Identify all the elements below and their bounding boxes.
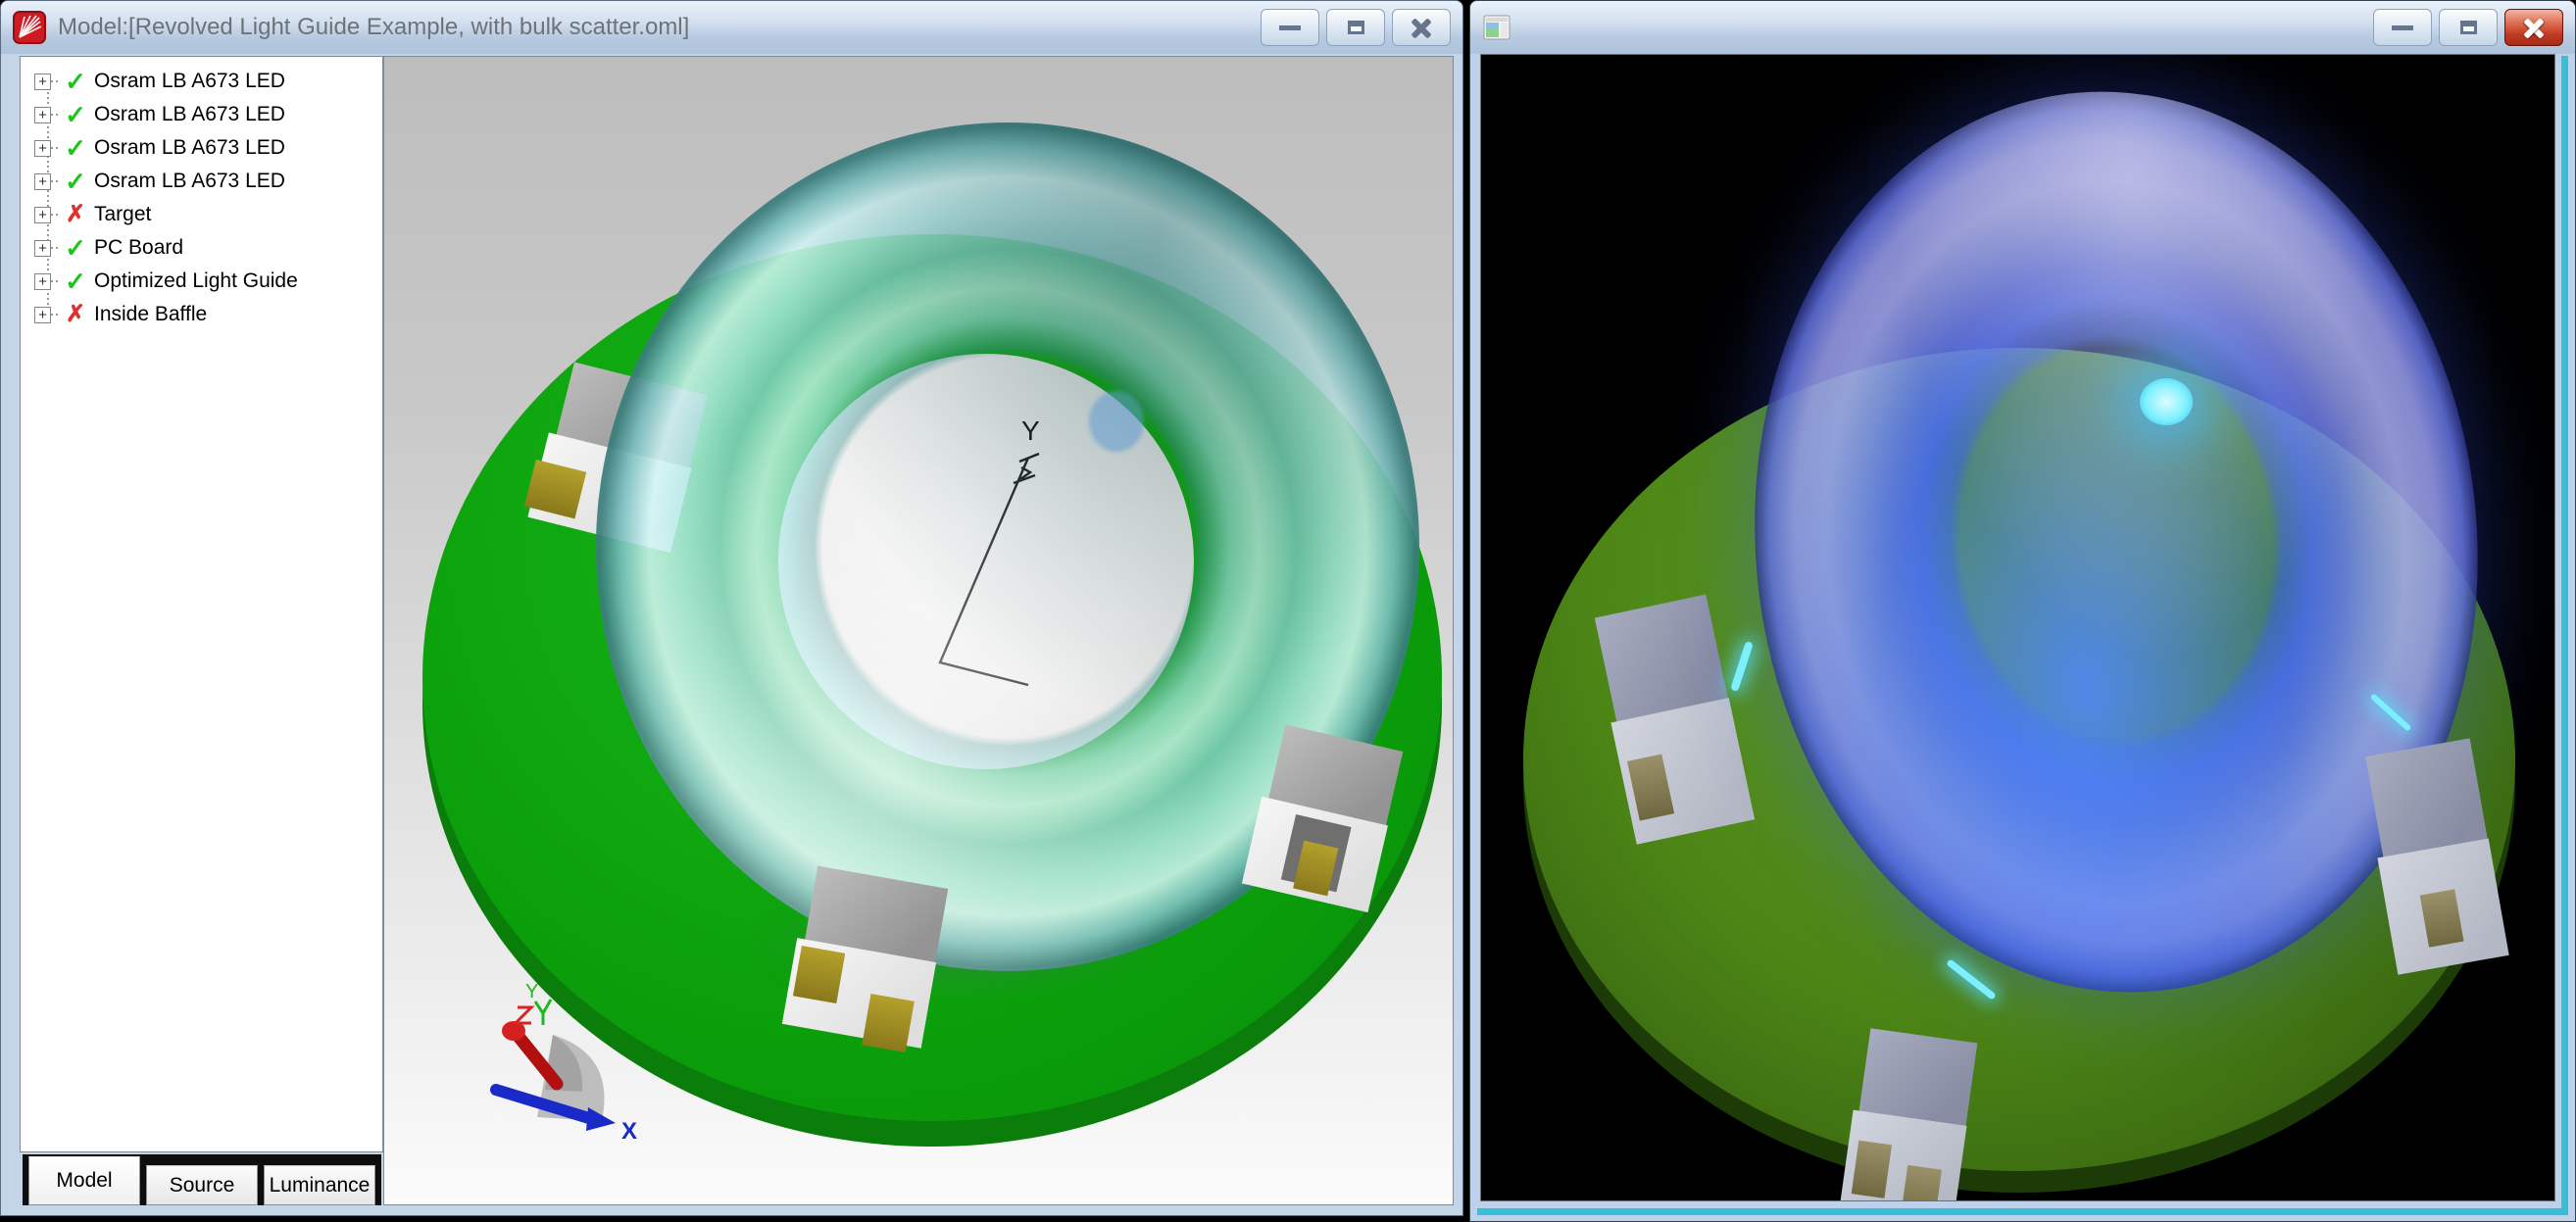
expand-icon[interactable]: + — [34, 307, 51, 323]
expand-icon[interactable]: + — [34, 207, 51, 223]
luminance-render-viewport[interactable] — [1480, 54, 2555, 1201]
tree-item[interactable]: + ✓ Osram LB A673 LED — [21, 165, 382, 198]
model-window-titlebar[interactable]: Model:[Revolved Light Guide Example, wit… — [1, 1, 1462, 54]
view-tabs: Model Source Luminance — [23, 1154, 381, 1205]
close-icon[interactable] — [2504, 9, 2563, 46]
tree-item[interactable]: + ✗ Target — [21, 198, 382, 231]
minimize-icon[interactable] — [2373, 9, 2432, 46]
tree-stub-line — [51, 114, 61, 116]
minimize-icon[interactable] — [1261, 9, 1319, 46]
led-package-bottom — [782, 864, 955, 1050]
render-led-bottom — [1840, 1027, 1984, 1201]
state-icon: ✓ — [61, 169, 90, 194]
tree-item-label: Osram LB A673 LED — [94, 70, 285, 93]
window-icon — [1482, 13, 1511, 42]
tree-item-label: Osram LB A673 LED — [94, 103, 285, 126]
tree-item[interactable]: + ✓ Osram LB A673 LED — [21, 65, 382, 98]
model-3d-viewport[interactable]: Y — [383, 56, 1454, 1205]
tree-stub-line — [51, 314, 61, 316]
tab-label: Luminance — [270, 1174, 371, 1198]
frame-accent-bottom — [1477, 1208, 2568, 1215]
tree-item-label: Osram LB A673 LED — [94, 170, 285, 193]
restore-icon[interactable] — [2439, 9, 2498, 46]
state-icon: ✗ — [61, 302, 90, 327]
led-hotspot — [2140, 378, 2193, 425]
tree-item-label: Target — [94, 203, 151, 226]
state-icon: ✓ — [61, 269, 90, 294]
tree-stub-line — [51, 147, 61, 149]
state-icon: ✓ — [61, 69, 90, 94]
tree-stub-line — [51, 180, 61, 182]
tab-label: Model — [56, 1169, 112, 1193]
tree-item-label: Inside Baffle — [94, 303, 207, 326]
tree-panel: + ✓ Osram LB A673 LED + ✓ Osram LB A673 … — [20, 56, 383, 1152]
tree-stub-line — [51, 247, 61, 249]
desktop: Model:[Revolved Light Guide Example, wit… — [0, 0, 2576, 1222]
expand-icon[interactable]: + — [34, 73, 51, 90]
svg-text:Y: Y — [525, 981, 538, 1002]
tab-label: Source — [170, 1174, 235, 1198]
expand-icon[interactable]: + — [34, 107, 51, 123]
photopia-app-icon — [13, 11, 46, 44]
tree-stub-line — [51, 80, 61, 82]
tree-item-label: PC Board — [94, 236, 183, 260]
tree-stub-line — [51, 214, 61, 216]
model-window: Model:[Revolved Light Guide Example, wit… — [0, 0, 1463, 1216]
render-window — [1469, 0, 2576, 1222]
tree-stub-line — [51, 280, 61, 282]
close-icon[interactable] — [1392, 9, 1451, 46]
render-window-titlebar[interactable] — [1470, 1, 2575, 54]
tab-model[interactable]: Model — [28, 1156, 140, 1205]
svg-text:X: X — [621, 1118, 637, 1145]
state-icon: ✓ — [61, 235, 90, 261]
expand-icon[interactable]: + — [34, 273, 51, 290]
orientation-triad: Y X Z — [467, 974, 653, 1150]
expand-icon[interactable]: + — [34, 140, 51, 157]
state-icon: ✗ — [61, 202, 90, 227]
tree-item[interactable]: + ✓ Optimized Light Guide — [21, 265, 382, 298]
state-icon: ✓ — [61, 135, 90, 161]
tree-item-label: Optimized Light Guide — [94, 269, 298, 293]
state-icon: ✓ — [61, 102, 90, 127]
tree-item[interactable]: + ✗ Inside Baffle — [21, 298, 382, 331]
guide-blue-spot — [1089, 391, 1144, 452]
tree-item[interactable]: + ✓ PC Board — [21, 231, 382, 265]
expand-icon[interactable]: + — [34, 173, 51, 190]
window-title: Model:[Revolved Light Guide Example, wit… — [58, 14, 689, 41]
tree-item-label: Osram LB A673 LED — [94, 136, 285, 160]
tree-item[interactable]: + ✓ Osram LB A673 LED — [21, 98, 382, 131]
tab-source[interactable]: Source — [146, 1165, 258, 1205]
restore-icon[interactable] — [1326, 9, 1385, 46]
frame-accent-right — [2561, 56, 2568, 1215]
tab-luminance[interactable]: Luminance — [264, 1165, 375, 1205]
expand-icon[interactable]: + — [34, 240, 51, 257]
tree-item[interactable]: + ✓ Osram LB A673 LED — [21, 131, 382, 165]
